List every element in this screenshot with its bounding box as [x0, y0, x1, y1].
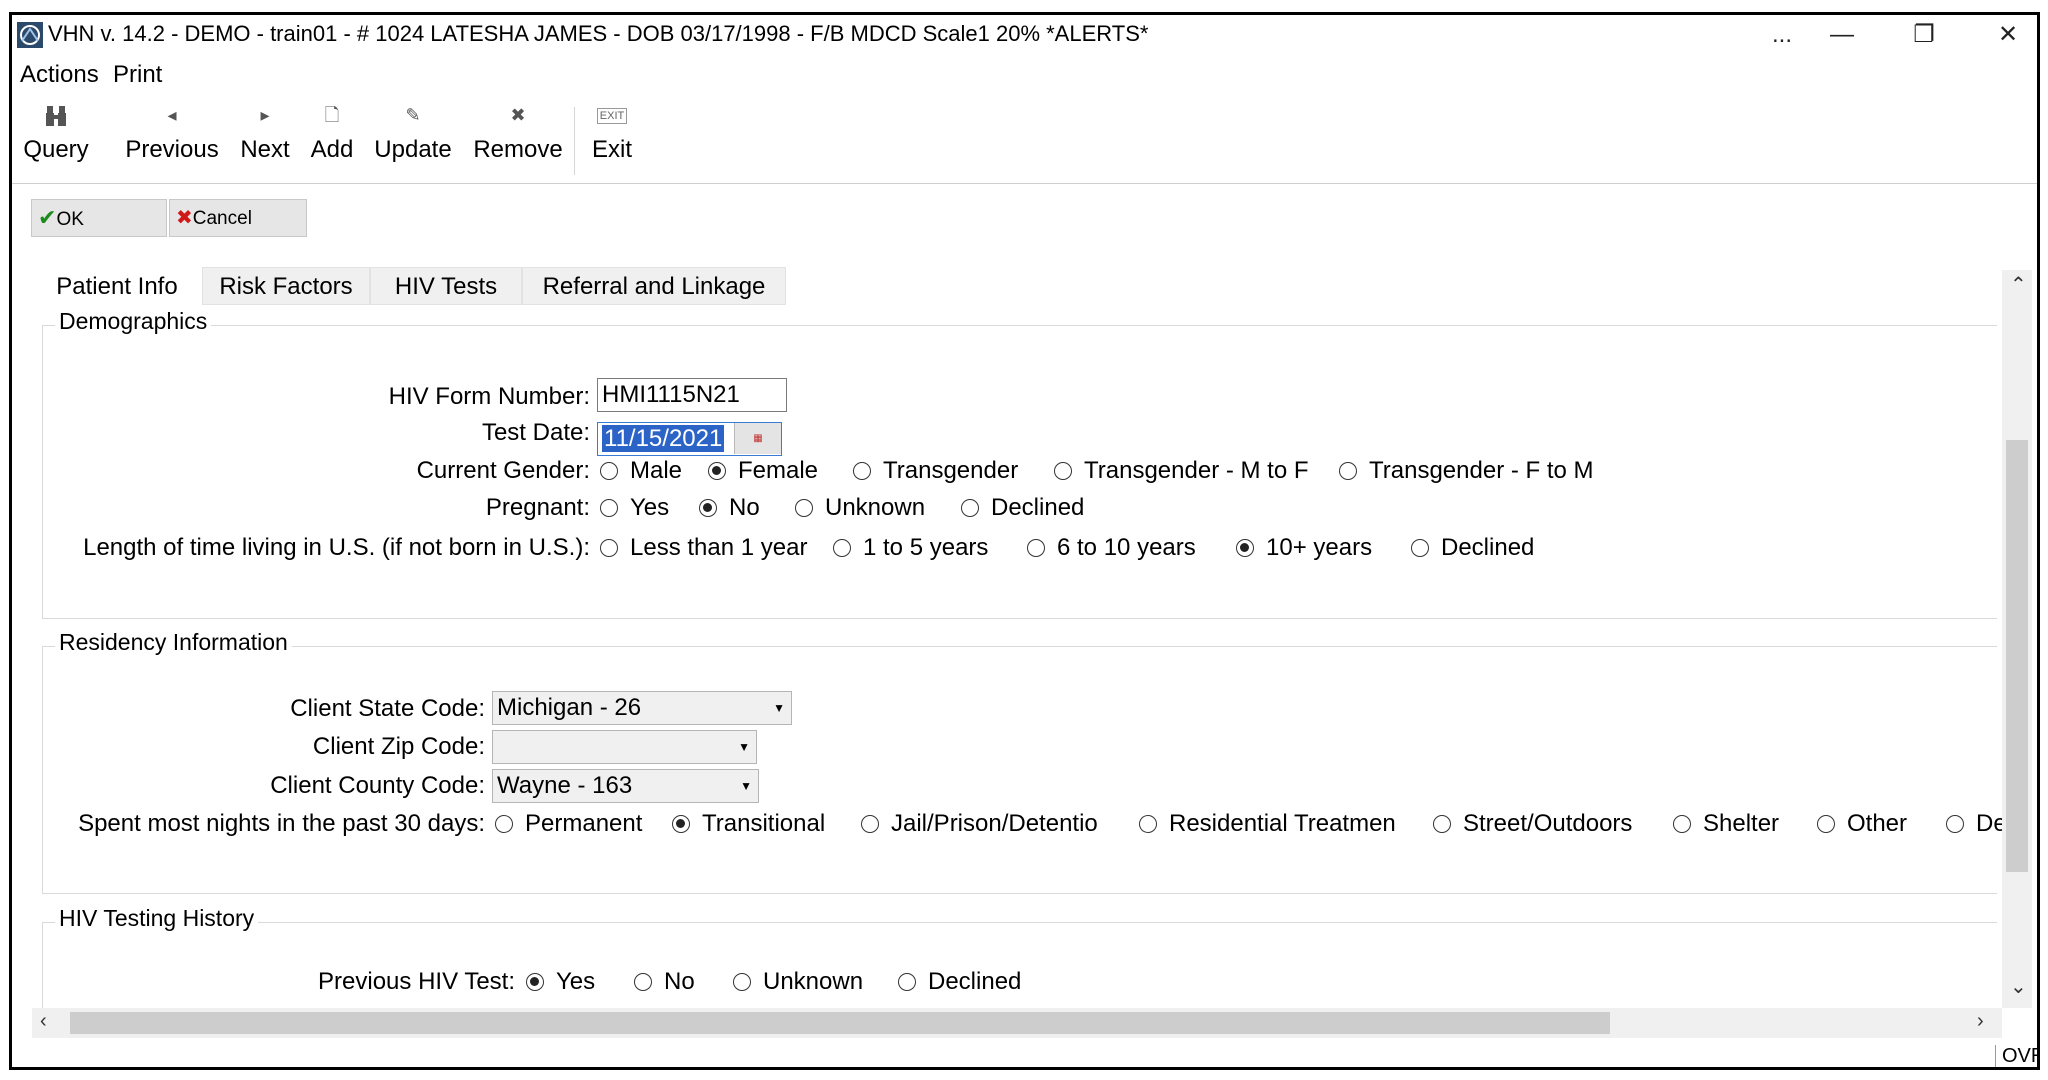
tab-referral-linkage[interactable]: Referral and Linkage	[522, 267, 786, 305]
update-button[interactable]: ✎ Update	[368, 95, 458, 181]
gender-male-radio[interactable]: Male	[600, 457, 682, 485]
nights-street-radio[interactable]: Street/Outdoors	[1433, 810, 1632, 838]
pregnant-declined-radio[interactable]: Declined	[961, 494, 1084, 522]
action-button-bar: ✔OK ✖Cancel	[12, 183, 2037, 247]
residency-group: Residency Information	[42, 629, 1997, 894]
title-bar: VHN v. 14.2 - DEMO - train01 - # 1024 LA…	[12, 15, 2037, 57]
pregnant-unknown-radio[interactable]: Unknown	[795, 494, 925, 522]
hiv-testing-history-legend: HIV Testing History	[55, 905, 259, 932]
length-in-us-label: Length of time living in U.S. (if not bo…	[83, 534, 590, 561]
patient-info-panel: Demographics HIV Form Number: HMI1115N21…	[32, 305, 2002, 1008]
tab-hiv-tests[interactable]: HIV Tests	[370, 267, 522, 305]
next-button[interactable]: ▸ Next	[232, 95, 298, 181]
document-icon: 🗋	[324, 105, 340, 125]
query-button[interactable]: Query	[20, 95, 92, 181]
edit-pencil-icon: ✎	[405, 105, 421, 125]
remove-button[interactable]: ✖ Remove	[472, 95, 564, 181]
form-number-label: HIV Form Number:	[388, 383, 590, 410]
residency-legend: Residency Information	[55, 629, 292, 656]
exit-button[interactable]: EXIT Exit	[584, 95, 640, 181]
cancel-x-icon: ✖	[176, 207, 193, 229]
length-less-1-radio[interactable]: Less than 1 year	[600, 534, 807, 562]
more-options-button[interactable]: ...	[1752, 17, 1812, 53]
prev-test-declined-radio[interactable]: Declined	[898, 968, 1021, 996]
prev-test-unknown-radio[interactable]: Unknown	[733, 968, 863, 996]
calendar-icon[interactable]: ▦	[734, 423, 781, 454]
vertical-scrollbar[interactable]: ⌃ ⌄	[2002, 270, 2032, 1008]
close-button[interactable]: ✕	[1978, 17, 2037, 53]
dropdown-caret-icon: ▼	[738, 740, 750, 754]
length-1-5-radio[interactable]: 1 to 5 years	[833, 534, 988, 562]
app-window: VHN v. 14.2 - DEMO - train01 - # 1024 LA…	[9, 12, 2040, 1070]
gender-mtf-radio[interactable]: Transgender - M to F	[1054, 457, 1309, 485]
vertical-scroll-thumb[interactable]	[2006, 440, 2028, 872]
ok-button[interactable]: ✔OK	[31, 199, 167, 237]
window-title: VHN v. 14.2 - DEMO - train01 - # 1024 LA…	[48, 21, 1149, 46]
tab-patient-info[interactable]: Patient Info	[32, 267, 202, 305]
length-10-plus-radio[interactable]: 10+ years	[1236, 534, 1372, 562]
gender-ftm-radio[interactable]: Transgender - F to M	[1339, 457, 1594, 485]
gender-transgender-radio[interactable]: Transgender	[853, 457, 1018, 485]
test-date-input[interactable]: 11/15/2021 ▦	[597, 422, 782, 456]
menu-print[interactable]: Print	[113, 61, 162, 89]
county-code-label: Client County Code:	[270, 772, 485, 799]
length-6-10-radio[interactable]: 6 to 10 years	[1027, 534, 1196, 562]
nights-shelter-radio[interactable]: Shelter	[1673, 810, 1779, 838]
form-number-input[interactable]: HMI1115N21	[597, 378, 787, 412]
caret-right-icon: ▸	[260, 105, 270, 125]
status-overwrite-indicator: OVR	[1995, 1045, 2037, 1067]
menu-bar: Actions Print	[12, 57, 2037, 93]
state-code-select[interactable]: Michigan - 26 ▼	[492, 691, 792, 725]
nights-residential-radio[interactable]: Residential Treatmen	[1139, 810, 1396, 838]
previous-hiv-test-label: Previous HIV Test:	[318, 968, 515, 995]
county-code-select[interactable]: Wayne - 163 ▼	[492, 769, 759, 803]
current-gender-label: Current Gender:	[416, 457, 590, 484]
nights-permanent-radio[interactable]: Permanent	[495, 810, 642, 838]
state-code-label: Client State Code:	[290, 695, 485, 722]
scroll-left-icon[interactable]: ‹	[40, 1010, 47, 1033]
toolbar-separator	[574, 107, 575, 175]
scroll-right-icon[interactable]: ›	[1977, 1010, 1984, 1033]
binoculars-icon	[20, 95, 92, 135]
test-date-label: Test Date:	[481, 419, 590, 446]
nights-jail-radio[interactable]: Jail/Prison/Detentio	[861, 810, 1098, 838]
checkmark-icon: ✔	[38, 205, 57, 230]
caret-left-icon: ◂	[167, 105, 177, 125]
dropdown-caret-icon: ▼	[773, 701, 785, 715]
demographics-legend: Demographics	[55, 308, 212, 335]
prev-test-no-radio[interactable]: No	[634, 968, 695, 996]
prev-test-yes-radio[interactable]: Yes	[526, 968, 595, 996]
nights-transitional-radio[interactable]: Transitional	[672, 810, 825, 838]
minimize-button[interactable]: —	[1812, 17, 1872, 53]
nights-other-radio[interactable]: Other	[1817, 810, 1907, 838]
app-logo-icon	[17, 22, 43, 48]
pregnant-no-radio[interactable]: No	[699, 494, 760, 522]
pregnant-yes-radio[interactable]: Yes	[600, 494, 669, 522]
zip-code-select[interactable]: ▼	[492, 730, 757, 764]
toolbar: Query ◂ Previous ▸ Next 🗋 Add ✎ Update ✖…	[12, 95, 2037, 184]
cancel-button[interactable]: ✖Cancel	[169, 199, 307, 237]
tab-risk-factors[interactable]: Risk Factors	[202, 267, 370, 305]
scroll-down-icon[interactable]: ⌄	[2010, 974, 2027, 999]
nights-label: Spent most nights in the past 30 days:	[78, 810, 485, 837]
horizontal-scrollbar[interactable]: ‹ ›	[32, 1008, 2002, 1038]
add-button[interactable]: 🗋 Add	[304, 95, 360, 181]
menu-actions[interactable]: Actions	[20, 61, 99, 89]
delete-x-icon: ✖	[510, 105, 526, 125]
gender-female-radio[interactable]: Female	[708, 457, 818, 485]
scroll-up-icon[interactable]: ⌃	[2010, 272, 2027, 297]
zip-code-label: Client Zip Code:	[312, 733, 485, 760]
restore-button[interactable]: ❐	[1894, 17, 1954, 53]
previous-button[interactable]: ◂ Previous	[122, 95, 222, 181]
nights-declined-radio[interactable]: De	[1946, 810, 2002, 838]
horizontal-scroll-thumb[interactable]	[70, 1012, 1610, 1034]
exit-icon: EXIT	[584, 95, 640, 135]
pregnant-label: Pregnant:	[485, 494, 590, 521]
dropdown-caret-icon: ▼	[740, 779, 752, 793]
length-declined-radio[interactable]: Declined	[1411, 534, 1534, 562]
